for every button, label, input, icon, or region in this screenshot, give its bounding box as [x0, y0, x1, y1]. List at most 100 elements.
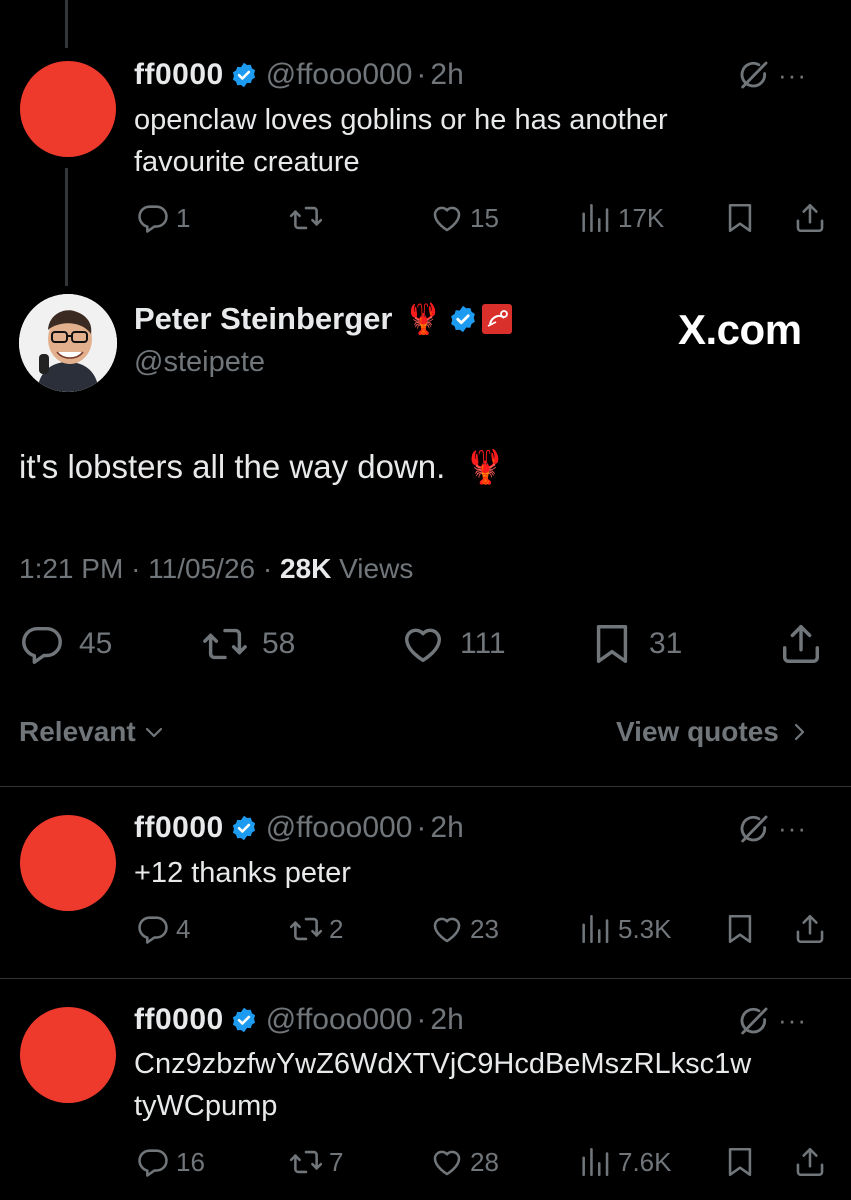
verified-badge-icon [230, 814, 258, 842]
tweet-text-line: tyWCpump [134, 1090, 278, 1122]
verified-badge-icon [230, 1006, 258, 1034]
profile-photo [19, 294, 117, 392]
views-button[interactable]: 5.3K [578, 912, 672, 946]
sort-label: Relevant [19, 716, 136, 747]
views-icon [578, 1145, 612, 1179]
separator-dot: · [416, 811, 427, 844]
author-name[interactable]: ff0000 [134, 1003, 224, 1037]
author-name[interactable]: ff0000 [134, 811, 224, 845]
repost-icon [289, 201, 323, 235]
avatar[interactable] [20, 1007, 116, 1103]
repost-icon [289, 912, 323, 946]
views-count: 17K [618, 202, 665, 233]
avatar[interactable] [20, 61, 116, 157]
like-button[interactable]: 15 [430, 201, 499, 235]
tweet-text-line: +12 thanks peter [134, 857, 351, 889]
share-icon [778, 621, 824, 667]
views-button[interactable]: 17K [578, 201, 664, 235]
like-button[interactable]: 28 [430, 1145, 499, 1179]
author-handle[interactable]: @ffooo000 [266, 811, 413, 845]
tweet-text: Cnz9zbzfwYwZ6WdXTVjC9HcdBeMszRLksc1w tyW… [134, 1043, 834, 1127]
author-name[interactable]: Peter Steinberger [134, 301, 392, 337]
divider [0, 978, 851, 979]
more-options-icon[interactable]: ··· [778, 1005, 807, 1036]
repost-icon [289, 1145, 323, 1179]
like-icon [430, 912, 464, 946]
share-icon [793, 912, 827, 946]
lobster-emoji: 🦞 [464, 448, 506, 485]
share-button[interactable] [778, 621, 824, 667]
grok-icon[interactable] [737, 58, 771, 92]
post-time[interactable]: 2h [430, 58, 463, 92]
sort-dropdown[interactable]: Relevant [19, 716, 166, 748]
author-handle[interactable]: @ffooo000 [266, 1003, 413, 1037]
bookmark-icon [589, 621, 635, 667]
like-count: 23 [470, 913, 499, 944]
share-button[interactable] [793, 1145, 827, 1179]
more-options-icon[interactable]: ··· [778, 60, 807, 91]
repost-count: 58 [262, 627, 296, 660]
repost-count: 7 [329, 1146, 344, 1177]
author-name[interactable]: ff0000 [134, 58, 224, 92]
avatar[interactable] [19, 294, 117, 392]
author-handle[interactable]: @ffooo000 [266, 58, 413, 92]
reply-button[interactable]: 45 [19, 621, 112, 667]
affiliate-badge-icon[interactable] [481, 304, 512, 334]
tweet-text-body: it's lobsters all the way down. [19, 448, 446, 485]
like-count: 28 [470, 1146, 499, 1177]
separator-dot: · [262, 553, 280, 584]
reply-button[interactable]: 1 [136, 201, 190, 235]
post-time[interactable]: 1:21 PM [19, 553, 123, 584]
reply-button[interactable]: 16 [136, 1145, 205, 1179]
avatar[interactable] [20, 815, 116, 911]
reply-count: 1 [176, 202, 191, 233]
verified-badge-icon [230, 61, 258, 89]
post-time[interactable]: 2h [430, 811, 463, 845]
share-button[interactable] [793, 912, 827, 946]
repost-button[interactable]: 2 [289, 912, 343, 946]
bookmark-icon [723, 912, 757, 946]
bookmark-button[interactable] [723, 201, 757, 235]
thread-line [65, 0, 68, 48]
like-button[interactable]: 23 [430, 912, 499, 946]
author-row: Peter Steinberger 🦞 [134, 301, 512, 337]
like-button[interactable]: 111 [400, 621, 506, 667]
bookmark-button[interactable] [723, 912, 757, 946]
grok-icon[interactable] [737, 1004, 771, 1038]
lobster-emoji: 🦞 [404, 302, 442, 336]
grok-icon[interactable] [737, 812, 771, 846]
author-handle[interactable]: @steipete [134, 346, 265, 379]
share-button[interactable] [793, 201, 827, 235]
views-count: 7.6K [618, 1146, 672, 1177]
tweet-text-line: openclaw loves goblins or he has another [134, 104, 668, 136]
thread-line [65, 168, 68, 286]
views-button[interactable]: 7.6K [578, 1145, 672, 1179]
tweet-text: it's lobsters all the way down. 🦞 [19, 448, 506, 487]
verified-badge-icon [448, 304, 478, 334]
like-icon [430, 201, 464, 235]
repost-button[interactable]: 7 [289, 1145, 343, 1179]
post-time[interactable]: 2h [430, 1003, 463, 1037]
tweet-text: openclaw loves goblins or he has another… [134, 99, 834, 183]
tweet-meta: 1:21 PM · 11/05/26 · 28K Views [19, 553, 413, 585]
like-count: 15 [470, 202, 499, 233]
reply-button[interactable]: 4 [136, 912, 190, 946]
repost-button[interactable] [289, 201, 323, 235]
reply-icon [136, 201, 170, 235]
bookmark-button[interactable]: 31 [589, 621, 682, 667]
repost-icon [202, 621, 248, 667]
more-options-icon[interactable]: ··· [778, 813, 807, 844]
reply-icon [19, 621, 65, 667]
views-icon [578, 201, 612, 235]
bookmark-icon [723, 1145, 757, 1179]
separator-dot: · [131, 553, 149, 584]
like-count: 111 [460, 627, 506, 660]
reply-count: 16 [176, 1146, 205, 1177]
view-quotes-link[interactable]: View quotes [616, 716, 811, 748]
post-date[interactable]: 11/05/26 [148, 553, 255, 584]
like-icon [400, 621, 446, 667]
like-icon [430, 1145, 464, 1179]
bookmark-count: 31 [649, 627, 683, 660]
repost-button[interactable]: 58 [202, 621, 295, 667]
bookmark-button[interactable] [723, 1145, 757, 1179]
